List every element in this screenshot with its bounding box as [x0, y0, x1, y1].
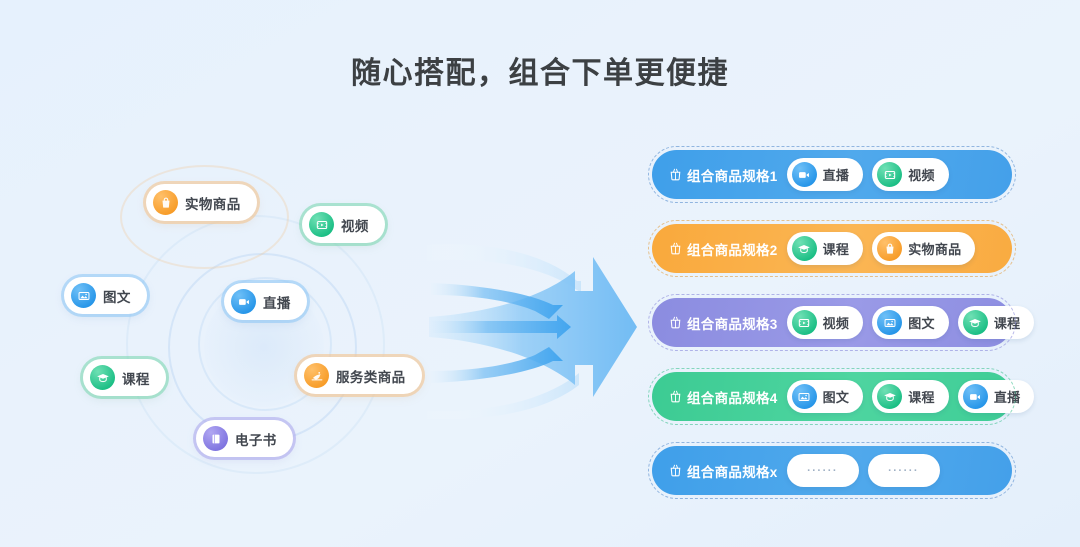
- ring-middle: [168, 253, 357, 442]
- combo-chip-4-3[interactable]: 直播: [957, 380, 1035, 413]
- combo-bag-icon: [668, 463, 683, 478]
- image-text-icon: [791, 384, 817, 409]
- combo-row[interactable]: 组合商品规格3 视频 图文 课程: [648, 294, 1035, 351]
- source-pill-6[interactable]: 服务类商品: [297, 357, 422, 394]
- combo-row-title: 组合商品规格3: [668, 313, 778, 333]
- source-pill-7[interactable]: 电子书: [196, 420, 293, 457]
- combo-chip-label: 图文: [908, 316, 935, 331]
- live-camera-icon: [231, 289, 256, 314]
- combo-chip-label: 直播: [822, 168, 850, 183]
- combo-row-title-label: 组合商品规格x: [687, 464, 778, 480]
- source-pill-3[interactable]: 图文: [64, 277, 147, 314]
- combo-chip-4-1[interactable]: 图文: [786, 380, 864, 413]
- merge-arrow-right-icon: [425, 235, 640, 420]
- combo-chip-5-2[interactable]: ······: [867, 454, 940, 487]
- combo-row[interactable]: 组合商品规格1 直播 视频: [648, 146, 1016, 203]
- combo-row[interactable]: 组合商品规格4 图文 课程 直播: [648, 368, 1035, 425]
- combo-row-title: 组合商品规格4: [668, 387, 778, 407]
- combo-row-title: 组合商品规格1: [668, 165, 778, 185]
- graduation-cap-icon: [90, 365, 115, 390]
- combo-chip-label: 视频: [822, 316, 850, 331]
- combo-chip-label: ······: [807, 464, 839, 477]
- combo-chip-label: 图文: [822, 390, 850, 405]
- combo-row[interactable]: 组合商品规格x ······ ······: [648, 442, 1016, 499]
- combo-bag-icon: [668, 389, 683, 404]
- combo-chip-1-1[interactable]: 直播: [786, 158, 864, 191]
- combo-row-title-label: 组合商品规格3: [687, 316, 778, 332]
- combo-chip-3-3[interactable]: 课程: [957, 306, 1035, 339]
- combo-chip-3-2[interactable]: 图文: [872, 306, 949, 339]
- combo-chip-label: 课程: [822, 242, 850, 257]
- page-title: 随心搭配，组合下单更便捷: [351, 57, 729, 90]
- source-pill-label: 直播: [263, 295, 291, 311]
- image-text-icon: [877, 310, 903, 335]
- combo-chip-label: 实物商品: [908, 242, 962, 257]
- combo-chip-label: 课程: [993, 316, 1021, 331]
- combo-row-body: 组合商品规格3 视频 图文 课程: [652, 298, 1035, 347]
- source-pill-5[interactable]: 课程: [83, 359, 166, 396]
- source-pill-label: 电子书: [235, 432, 277, 448]
- combo-chip-label: 直播: [993, 390, 1021, 405]
- combo-row-list: 组合商品规格1 直播 视频 组合商品规格2 课程 实物商品 组合商品规格3 视频 图文 课程 组合商…: [648, 146, 1035, 516]
- combo-bag-icon: [668, 315, 683, 330]
- video-frame-icon: [309, 212, 334, 237]
- graduation-cap-icon: [962, 310, 988, 335]
- source-pill-label: 视频: [341, 218, 369, 234]
- live-camera-icon: [962, 384, 988, 409]
- combo-chip-2-1[interactable]: 课程: [786, 232, 864, 265]
- service-hand-icon: [304, 363, 329, 388]
- source-pill-4[interactable]: 直播: [224, 283, 307, 320]
- graduation-cap-icon: [791, 236, 817, 261]
- book-icon: [203, 426, 228, 451]
- source-pill-1[interactable]: 实物商品: [146, 184, 257, 221]
- source-pill-label: 图文: [103, 289, 131, 305]
- combo-row-title: 组合商品规格2: [668, 239, 778, 259]
- combo-chip-4-2[interactable]: 课程: [872, 380, 949, 413]
- video-frame-icon: [791, 310, 817, 335]
- combo-row-body: 组合商品规格4 图文 课程 直播: [652, 372, 1035, 421]
- source-pill-label: 课程: [122, 371, 150, 387]
- combo-row-body: 组合商品规格1 直播 视频: [652, 150, 1012, 199]
- combo-row-title-label: 组合商品规格4: [687, 390, 778, 406]
- combo-chip-1-2[interactable]: 视频: [872, 158, 949, 191]
- combo-chip-label: ······: [888, 464, 920, 477]
- combo-bag-icon: [668, 167, 683, 182]
- source-pill-label: 实物商品: [185, 196, 241, 212]
- slide-canvas: 随心搭配，组合下单更便捷 实物商品视频图文直播课程服务类商品电子书: [0, 0, 1080, 547]
- combo-chip-2-2[interactable]: 实物商品: [872, 232, 976, 265]
- live-camera-icon: [791, 162, 817, 187]
- source-pill-2[interactable]: 视频: [302, 206, 385, 243]
- shopping-bag-icon: [877, 236, 903, 261]
- video-frame-icon: [877, 162, 903, 187]
- combo-row-body: 组合商品规格x ······ ······: [652, 446, 1012, 495]
- combo-row-title: 组合商品规格x: [668, 461, 778, 481]
- graduation-cap-icon: [877, 384, 903, 409]
- combo-row-title-label: 组合商品规格1: [687, 168, 778, 184]
- combo-bag-icon: [668, 241, 683, 256]
- combo-row-body: 组合商品规格2 课程 实物商品: [652, 224, 1012, 273]
- combo-row[interactable]: 组合商品规格2 课程 实物商品: [648, 220, 1016, 277]
- combo-chip-5-1[interactable]: ······: [786, 454, 859, 487]
- image-text-icon: [71, 283, 96, 308]
- source-pill-label: 服务类商品: [336, 369, 406, 385]
- combo-chip-label: 课程: [908, 390, 935, 405]
- combo-chip-3-1[interactable]: 视频: [786, 306, 864, 339]
- shopping-bag-icon: [153, 190, 178, 215]
- combo-row-title-label: 组合商品规格2: [687, 242, 778, 258]
- combo-chip-label: 视频: [908, 168, 935, 183]
